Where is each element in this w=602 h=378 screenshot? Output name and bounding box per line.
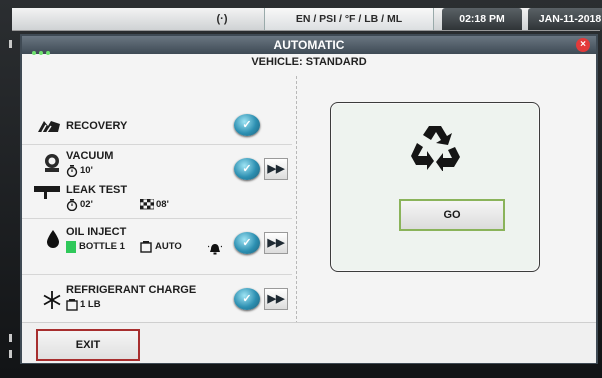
recovery-enable-toggle[interactable] (234, 114, 260, 136)
vacuum-time: 10' (80, 165, 93, 176)
recovery-icon (38, 121, 60, 133)
oil-bottle: BOTTLE 1 (79, 241, 125, 252)
vacuum-skip-button[interactable]: ▶▶ (264, 158, 288, 180)
snowflake-icon (43, 291, 61, 309)
step-label: LEAK TEST (66, 184, 128, 196)
bottle-icon (66, 241, 76, 253)
side-rail (6, 34, 16, 364)
start-panel: GO (330, 102, 540, 272)
window-title: AUTOMATIC (273, 38, 345, 52)
oil-inject-skip-button[interactable]: ▶▶ (264, 232, 288, 254)
bottom-bar: EXIT (22, 322, 596, 363)
timer-icon (66, 299, 78, 311)
time-display: 02:18 PM (442, 8, 522, 30)
title-bar: AUTOMATIC × (22, 36, 596, 55)
step-vacuum: VACUUM 10' ▶▶ (22, 146, 294, 184)
bell-icon (208, 244, 222, 255)
vacuum-enable-toggle[interactable] (234, 158, 260, 180)
step-label: OIL INJECT (66, 226, 127, 238)
column-divider (296, 76, 297, 324)
oil-mode: AUTO (155, 241, 182, 252)
leak-test-time: 02' (80, 199, 93, 210)
status-bar: (·) EN / PSI / °F / LB / ML 02:18 PM JAN… (12, 8, 602, 31)
recycle-icon (411, 126, 460, 171)
refrigerant-amount: 1 LB (80, 299, 101, 310)
oil-drop-icon (47, 230, 59, 248)
vacuum-pump-icon (45, 154, 59, 172)
step-leak-test: LEAK TEST 02' 08' (22, 182, 294, 218)
step-label: RECOVERY (66, 120, 128, 132)
units-display[interactable]: EN / PSI / °F / LB / ML (264, 8, 434, 30)
step-label: VACUUM (66, 150, 114, 162)
timer-icon (140, 241, 152, 253)
vehicle-subtitle: VEHICLE: STANDARD (251, 56, 367, 68)
step-refrigerant-charge: REFRIGERANT CHARGE 1 LB ▶▶ (22, 278, 294, 322)
step-recovery: RECOVERY (22, 106, 294, 144)
divider (22, 218, 292, 219)
radio-signal-icon: (·) (216, 13, 228, 25)
divider (22, 274, 292, 275)
leak-test-flag-time: 08' (156, 199, 169, 210)
rail-ticks (9, 40, 12, 358)
timer-icon (66, 199, 78, 211)
timer-icon (66, 165, 78, 177)
refrigerant-charge-skip-button[interactable]: ▶▶ (264, 288, 288, 310)
automatic-window: AUTOMATIC × VEHICLE: STANDARD RECOVERY V… (20, 34, 598, 364)
date-display: JAN-11-2018 (528, 8, 602, 30)
step-label: REFRIGERANT CHARGE (66, 284, 197, 296)
exit-button[interactable]: EXIT (36, 329, 140, 361)
step-oil-inject: OIL INJECT BOTTLE 1 AUTO ▶▶ (22, 222, 294, 272)
close-button[interactable]: × (576, 38, 590, 52)
go-button[interactable]: GO (399, 199, 505, 231)
divider (22, 144, 292, 145)
leak-test-icon (34, 186, 60, 199)
checkered-flag-icon (140, 199, 154, 210)
oil-inject-enable-toggle[interactable] (234, 232, 260, 254)
refrigerant-charge-enable-toggle[interactable] (234, 288, 260, 310)
